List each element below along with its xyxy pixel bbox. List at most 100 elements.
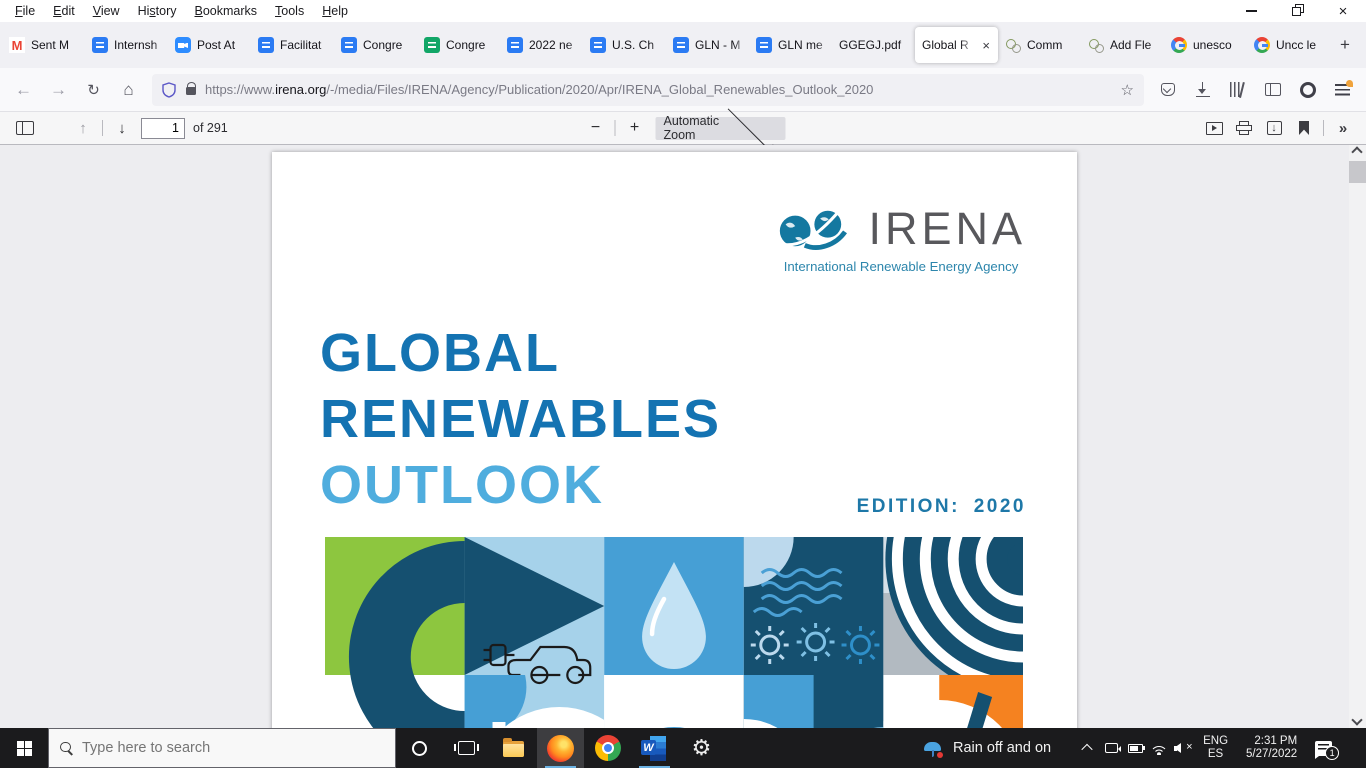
sprout-icon	[1005, 37, 1021, 53]
tab-bar: Sent M Internsh Post At Facilitat Congre…	[0, 22, 1366, 68]
menu-history[interactable]: History	[129, 3, 186, 19]
network-button[interactable]	[1147, 728, 1171, 768]
taskbar-search[interactable]	[48, 728, 396, 768]
start-button[interactable]	[0, 728, 48, 768]
lock-icon[interactable]	[186, 87, 196, 95]
tab-gln-me[interactable]: GLN me	[749, 27, 832, 63]
tab-2022-ne[interactable]: 2022 ne	[500, 27, 583, 63]
tracking-shield-icon[interactable]	[162, 82, 176, 98]
app-menu-button[interactable]	[1325, 73, 1360, 107]
cortana-button[interactable]	[396, 728, 443, 768]
new-tab-button[interactable]: +	[1330, 30, 1360, 60]
tab-unesco[interactable]: unesco	[1164, 27, 1247, 63]
edition-label: EDITION: 2020	[857, 496, 1026, 518]
folder-icon	[503, 741, 524, 757]
minus-icon: −	[591, 119, 600, 137]
extension-button[interactable]	[1290, 73, 1325, 107]
restore-button[interactable]	[1274, 0, 1320, 22]
tab-uncc[interactable]: Uncc le	[1247, 27, 1330, 63]
presentation-mode-button[interactable]	[1199, 115, 1229, 141]
menu-help[interactable]: Help	[313, 3, 357, 19]
language-indicator[interactable]: ENG ES	[1195, 735, 1236, 762]
forward-icon: →	[50, 80, 67, 100]
zoom-select-value: Automatic Zoom	[664, 114, 721, 142]
presentation-icon	[1206, 122, 1223, 135]
taskbar-weather[interactable]: Rain off and on	[913, 728, 1061, 768]
sidebars-button[interactable]	[1255, 73, 1290, 107]
previous-page-button[interactable]: ↑	[68, 115, 98, 141]
downloads-button[interactable]	[1185, 73, 1220, 107]
title-line-3: OUTLOOK	[320, 452, 721, 518]
tab-sent-mail[interactable]: Sent M	[2, 27, 85, 63]
library-icon	[1230, 82, 1245, 97]
address-bar[interactable]: https://www.irena.org/-/media/Files/IREN…	[152, 74, 1144, 106]
chrome-icon	[595, 735, 621, 761]
vertical-scrollbar[interactable]	[1349, 145, 1366, 768]
print-button[interactable]	[1229, 115, 1259, 141]
zoom-select[interactable]: Automatic Zoom	[656, 117, 786, 140]
more-tools-button[interactable]: »	[1328, 115, 1358, 141]
navigation-toolbar: ← → ↻ ⌂ https://www.irena.org/-/media/Fi…	[0, 68, 1366, 112]
menu-bar: File Edit View History Bookmarks Tools H…	[0, 0, 1366, 22]
reload-button[interactable]: ↻	[76, 73, 111, 107]
zoom-out-button[interactable]: −	[581, 115, 611, 141]
tab-label: GGEGJ.pdf	[839, 38, 908, 52]
menu-file[interactable]: File	[6, 3, 44, 19]
task-view-icon	[458, 741, 475, 755]
show-hidden-icons-button[interactable]	[1075, 728, 1099, 768]
save-button[interactable]: ↓	[1259, 115, 1289, 141]
windows-logo-icon	[17, 741, 32, 756]
scroll-down-icon[interactable]	[1351, 714, 1362, 725]
tab-global-renewables-active[interactable]: Global R×	[915, 27, 998, 63]
irena-logo: IRENA International Renewable Energy Age…	[776, 202, 1026, 274]
tab-ggegj-pdf[interactable]: GGEGJ.pdf	[832, 27, 915, 63]
tab-close-icon[interactable]: ×	[981, 38, 991, 53]
tab-congress-doc[interactable]: Congre	[334, 27, 417, 63]
battery-button[interactable]	[1123, 728, 1147, 768]
system-tray: × ENG ES 2:31 PM 5/27/2022 1	[1075, 728, 1346, 768]
back-button[interactable]: ←	[6, 73, 41, 107]
tab-post-attendance[interactable]: Post At	[168, 27, 251, 63]
action-center-button[interactable]: 1	[1315, 741, 1332, 756]
menu-bookmarks[interactable]: Bookmarks	[186, 3, 267, 19]
chevron-up-icon	[1081, 744, 1092, 755]
minimize-button[interactable]	[1228, 0, 1274, 22]
word-button[interactable]: W	[631, 728, 678, 768]
zoom-in-button[interactable]: +	[620, 115, 650, 141]
tab-congress-sheet[interactable]: Congre	[417, 27, 500, 63]
tab-facilitation[interactable]: Facilitat	[251, 27, 334, 63]
tab-us-ch[interactable]: U.S. Ch	[583, 27, 666, 63]
chrome-button[interactable]	[584, 728, 631, 768]
tab-internship[interactable]: Internsh	[85, 27, 168, 63]
save-icon: ↓	[1267, 121, 1282, 135]
page-number-input[interactable]	[141, 118, 185, 139]
menu-view[interactable]: View	[84, 3, 129, 19]
file-explorer-button[interactable]	[490, 728, 537, 768]
meet-now-button[interactable]	[1099, 728, 1123, 768]
title-line-1: GLOBAL	[320, 320, 721, 386]
menu-tools[interactable]: Tools	[266, 3, 313, 19]
bookmark-star-icon[interactable]: ☆	[1121, 81, 1134, 99]
irena-logo-text: IRENA	[868, 203, 1026, 255]
next-page-button[interactable]: ↓	[107, 115, 137, 141]
library-button[interactable]	[1220, 73, 1255, 107]
current-view-button[interactable]	[1289, 115, 1319, 141]
tab-comm[interactable]: Comm	[998, 27, 1081, 63]
scrollbar-thumb[interactable]	[1349, 161, 1366, 183]
menu-edit[interactable]: Edit	[44, 3, 84, 19]
search-input[interactable]	[82, 740, 384, 756]
settings-button[interactable]: ⚙	[678, 728, 725, 768]
firefox-button[interactable]	[537, 728, 584, 768]
pdf-sidebar-toggle[interactable]	[10, 115, 40, 141]
scroll-up-icon[interactable]	[1351, 146, 1362, 157]
tab-add-fle[interactable]: Add Fle	[1081, 27, 1164, 63]
pocket-button[interactable]	[1150, 73, 1185, 107]
tab-gln-m[interactable]: GLN - M	[666, 27, 749, 63]
back-icon: ←	[15, 80, 32, 100]
forward-button[interactable]: →	[41, 73, 76, 107]
volume-button[interactable]: ×	[1171, 728, 1195, 768]
task-view-button[interactable]	[443, 728, 490, 768]
taskbar-clock[interactable]: 2:31 PM 5/27/2022	[1236, 735, 1307, 762]
close-button[interactable]: ×	[1320, 0, 1366, 22]
home-button[interactable]: ⌂	[111, 73, 146, 107]
